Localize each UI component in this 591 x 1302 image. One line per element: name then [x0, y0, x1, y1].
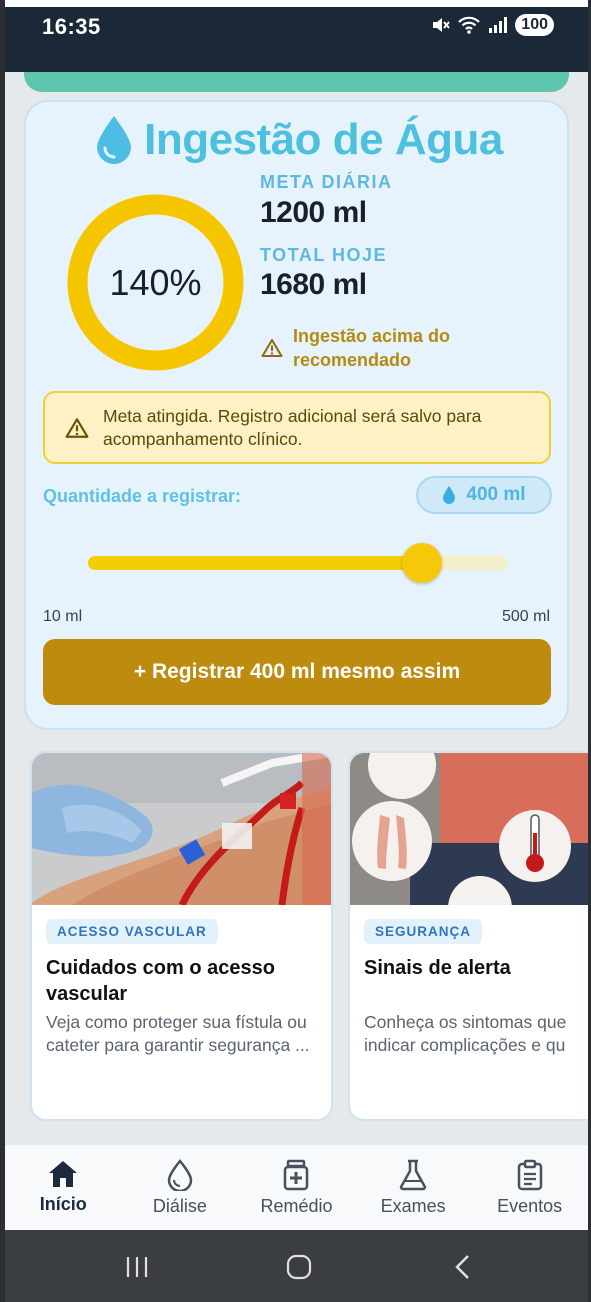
quantity-label: Quantidade a registrar: [43, 486, 242, 506]
clipboard-icon [517, 1159, 542, 1191]
vascular-access-image [32, 753, 331, 905]
card-tag: SEGURANÇA [364, 919, 483, 944]
card-title: Sinais de alerta [364, 957, 511, 979]
quantity-slider[interactable] [88, 543, 508, 583]
medicine-icon [284, 1159, 309, 1191]
today-total-value: 1680 ml [260, 268, 367, 301]
system-navigation-bar [5, 1230, 588, 1302]
water-drop-icon [97, 116, 132, 164]
battery-indicator: 100 [515, 14, 554, 36]
wifi-icon [458, 16, 481, 34]
slider-thumb[interactable] [402, 543, 442, 583]
card-description: Veja como proteger sua fístula ou catete… [46, 1012, 310, 1055]
goal-reached-alert: Meta atingida. Registro adicional será s… [43, 391, 551, 464]
card-description: Conheça os sintomas que indicar complica… [364, 1012, 567, 1055]
nav-item-remedio[interactable]: Remédio [238, 1145, 355, 1230]
card-tag: ACESSO VASCULAR [46, 919, 218, 944]
status-time: 16:35 [42, 14, 101, 39]
status-icons: 100 [430, 14, 554, 36]
progress-percent: 140% [109, 261, 202, 303]
above-note-text: Ingestão acima do recomendado [293, 326, 451, 370]
water-drop-small-icon [443, 486, 456, 504]
quantity-value: 400 ml [466, 484, 526, 505]
nav-label: Remédio [260, 1196, 333, 1216]
progress-ring: 140% [63, 190, 248, 375]
info-card-vascular-access[interactable]: ACESSO VASCULAR Cuidados com o acesso va… [30, 751, 333, 1121]
warning-signs-image [350, 753, 588, 905]
home-button-icon[interactable] [286, 1254, 312, 1280]
above-recommended-note: Ingestão acima do recomendado [261, 324, 453, 372]
water-intake-card: Ingestão de Água 140% META DIÁRIA 1200 m… [24, 100, 569, 730]
home-icon [49, 1161, 78, 1187]
slider-min-label: 10 ml [43, 608, 83, 625]
warning-icon [261, 339, 283, 357]
warning-icon [65, 417, 89, 438]
water-card-title: Ingestão de Água [26, 114, 571, 166]
slider-fill [88, 556, 422, 570]
drop-outline-icon [167, 1159, 193, 1191]
bottom-navigation: Início Diálise Remédio Exames Eventos [5, 1145, 588, 1230]
mute-icon [433, 18, 451, 32]
back-icon[interactable] [453, 1254, 471, 1280]
nav-label: Diálise [152, 1196, 207, 1216]
alert-text: Meta atingida. Registro adicional será s… [103, 405, 482, 449]
status-bar: 16:35 100 [5, 0, 588, 72]
register-anyway-button[interactable]: + Registrar 400 ml mesmo assim [43, 639, 551, 705]
nav-label: Início [39, 1194, 87, 1214]
nav-label: Eventos [497, 1196, 563, 1216]
recent-apps-icon[interactable] [125, 1256, 149, 1278]
slider-max-label: 500 ml [501, 608, 550, 625]
quantity-badge: 400 ml [416, 476, 552, 514]
home-content[interactable]: Ingestão de Água 140% META DIÁRIA 1200 m… [5, 72, 588, 1145]
card-title: Cuidados com o acesso vascular [46, 957, 275, 1005]
signal-icon [489, 17, 508, 33]
daily-goal-label: META DIÁRIA [260, 172, 393, 192]
previous-card-bottom[interactable] [24, 72, 569, 92]
info-card-warning-signs[interactable]: SEGURANÇA Sinais de alerta Conheça os si… [348, 751, 588, 1121]
today-total-label: TOTAL HOJE [260, 245, 388, 265]
nav-item-dialise[interactable]: Diálise [122, 1145, 239, 1230]
nav-item-inicio[interactable]: Início [5, 1145, 122, 1230]
nav-item-exames[interactable]: Exames [355, 1145, 472, 1230]
nav-item-eventos[interactable]: Eventos [471, 1145, 588, 1230]
daily-goal-value: 1200 ml [260, 196, 367, 229]
flask-icon [399, 1159, 427, 1191]
phone-screen: 16:35 100 Ingestão de Água 140% META DIÁ… [5, 0, 588, 1302]
water-title-text: Ingestão de Água [144, 115, 503, 164]
nav-label: Exames [380, 1196, 446, 1216]
